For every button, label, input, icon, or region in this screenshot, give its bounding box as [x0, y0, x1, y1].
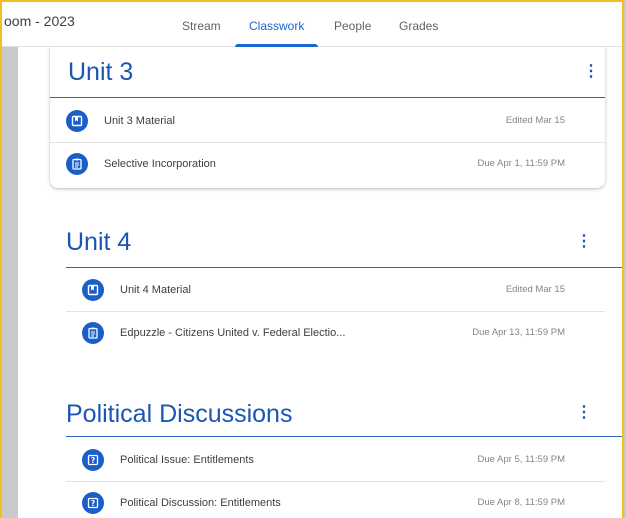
tab-people[interactable]: People [334, 19, 371, 33]
material-icon [82, 279, 104, 301]
item-title: Unit 3 Material [104, 115, 175, 127]
item-title: Edpuzzle - Citizens United v. Federal El… [120, 327, 346, 339]
topic-title: Political Discussions [66, 400, 293, 428]
divider [50, 142, 605, 143]
top-bar: oom - 2023 Stream Classwork People Grade… [2, 2, 622, 47]
more-options-icon[interactable]: ⋮ [576, 234, 592, 250]
active-tab-indicator [235, 44, 318, 47]
svg-text:?: ? [91, 456, 95, 465]
item-title: Political Issue: Entitlements [120, 454, 254, 466]
class-name[interactable]: oom - 2023 [4, 13, 75, 29]
topic-divider [50, 97, 605, 98]
svg-text:?: ? [91, 499, 95, 508]
classwork-list: Unit 3 ⋮ Unit 3 Material Edited Mar 15 S… [18, 46, 622, 518]
material-icon [66, 110, 88, 132]
topic-title: Unit 3 [68, 58, 134, 86]
item-title: Political Discussion: Entitlements [120, 497, 281, 509]
item-meta: Due Apr 13, 11:59 PM [472, 327, 565, 338]
item-meta: Due Apr 8, 11:59 PM [477, 497, 566, 508]
item-meta: Edited Mar 15 [505, 284, 565, 295]
app-frame: oom - 2023 Stream Classwork People Grade… [0, 0, 624, 518]
more-options-icon[interactable]: ⋮ [576, 405, 592, 421]
topic-divider [66, 436, 622, 437]
question-icon: ? [82, 492, 104, 514]
list-item[interactable]: Edpuzzle - Citizens United v. Federal El… [66, 314, 605, 354]
tab-grades[interactable]: Grades [399, 19, 438, 33]
tab-classwork[interactable]: Classwork [249, 19, 304, 33]
list-item[interactable]: ? Political Discussion: Entitlements Due… [66, 484, 605, 518]
item-title: Selective Incorporation [104, 158, 216, 170]
list-item[interactable]: Selective Incorporation Due Apr 1, 11:59… [50, 145, 605, 185]
assignment-icon [82, 322, 104, 344]
topic-card-unit-3: Unit 3 ⋮ Unit 3 Material Edited Mar 15 S… [50, 46, 605, 188]
assignment-icon [66, 153, 88, 175]
left-edge [2, 2, 18, 518]
item-title: Unit 4 Material [120, 284, 191, 296]
item-meta: Edited Mar 15 [505, 115, 565, 126]
item-meta: Due Apr 1, 11:59 PM [477, 158, 566, 169]
topic-title: Unit 4 [66, 228, 132, 256]
divider [66, 481, 605, 482]
item-meta: Due Apr 5, 11:59 PM [477, 454, 566, 465]
divider [66, 311, 605, 312]
tab-stream[interactable]: Stream [182, 19, 221, 33]
topic-divider [66, 267, 622, 268]
list-item[interactable]: Unit 4 Material Edited Mar 15 [66, 271, 605, 311]
more-options-icon[interactable]: ⋮ [583, 64, 599, 80]
list-item[interactable]: Unit 3 Material Edited Mar 15 [50, 102, 605, 142]
question-icon: ? [82, 449, 104, 471]
list-item[interactable]: ? Political Issue: Entitlements Due Apr … [66, 441, 605, 481]
